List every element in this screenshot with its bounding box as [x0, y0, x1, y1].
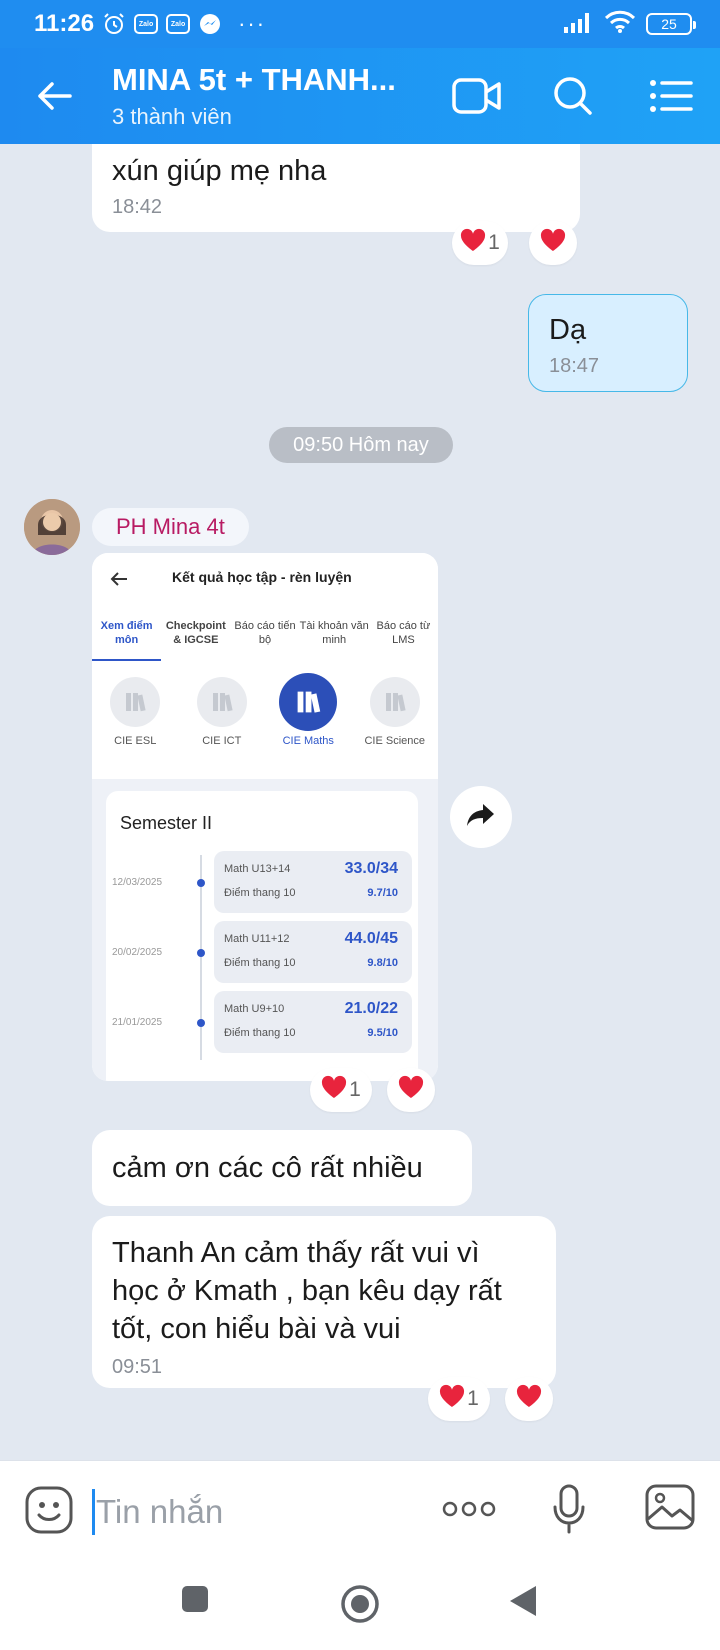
share-button[interactable]	[450, 786, 512, 848]
image-title: Kết quả học tập - rèn luyện	[172, 569, 352, 585]
signal-icon	[562, 11, 594, 38]
avatar[interactable]	[24, 499, 80, 555]
chat-title[interactable]: MINA 5t + THANH...	[112, 62, 396, 98]
semester-title: Semester II	[120, 813, 213, 833]
react-heart-button[interactable]	[529, 221, 577, 265]
status-time: 11:26	[34, 10, 95, 37]
image-tab: Tài khoản văn minh	[299, 620, 369, 646]
more-notifications-icon: ···	[238, 11, 267, 36]
reaction-summary[interactable]: 1	[310, 1068, 372, 1112]
image-picker-button[interactable]	[644, 1483, 696, 1531]
zalo-notification-icon: Zalo	[134, 14, 159, 34]
score-row: 20/02/2025 Math U11+12 Điểm thang 10 44.…	[106, 921, 418, 983]
heart-icon	[540, 228, 566, 258]
reaction-count: 1	[467, 1387, 479, 1410]
message-text: Thanh An cảm thấy rất vui vì	[112, 1237, 480, 1269]
subject-item: CIE ICT	[179, 677, 266, 747]
back-button[interactable]	[34, 76, 74, 116]
semester-card: Semester II 12/03/2025 Math U13+14 Điểm …	[106, 791, 418, 1081]
my-message-bubble[interactable]: Dạ 18:47	[528, 294, 688, 392]
zalo-notification-icon: Zalo	[166, 14, 191, 34]
subject-item: CIE Science	[352, 677, 439, 747]
heart-icon	[439, 1384, 465, 1414]
video-call-button[interactable]	[452, 72, 502, 120]
reaction-summary[interactable]: 1	[452, 221, 508, 265]
image-message[interactable]: Kết quả học tập - rèn luyện Xem điểm môn…	[92, 553, 438, 1081]
messenger-icon	[198, 12, 222, 36]
home-button[interactable]	[340, 1584, 380, 1624]
score-row: 21/01/2025 Math U9+10 Điểm thang 10 21.0…	[106, 991, 418, 1053]
search-button[interactable]	[548, 72, 598, 120]
message-time: 18:42	[112, 196, 163, 218]
heart-icon	[460, 228, 486, 258]
member-count[interactable]: 3 thành viên	[112, 104, 232, 130]
reaction-count: 1	[488, 231, 500, 254]
message-time: 09:51	[112, 1356, 163, 1378]
books-icon	[279, 673, 338, 731]
message-text: cảm ơn các cô rất nhiều	[112, 1152, 423, 1184]
microphone-button[interactable]	[552, 1483, 586, 1535]
books-icon	[196, 677, 247, 727]
reaction-count: 1	[349, 1078, 361, 1101]
share-arrow-icon	[466, 802, 496, 833]
react-heart-button[interactable]	[387, 1068, 435, 1112]
heart-icon	[321, 1075, 347, 1105]
wifi-icon	[604, 10, 636, 39]
sticker-button[interactable]	[24, 1485, 74, 1535]
arrow-left-icon	[110, 570, 128, 593]
reaction-summary[interactable]: 1	[428, 1377, 490, 1421]
status-bar: 11:26 Zalo Zalo ··· 25	[0, 0, 720, 48]
battery-icon: 25	[646, 13, 696, 35]
message-text: học ở Kmath , bạn kêu dạy rất	[112, 1275, 502, 1307]
sender-name[interactable]: PH Mina 4t	[92, 508, 249, 546]
books-icon	[110, 677, 161, 727]
score-row: 12/03/2025 Math U13+14 Điểm thang 10 33.…	[106, 851, 418, 913]
message-text: tốt, con hiểu bài và vui	[112, 1313, 401, 1345]
more-options-button[interactable]	[442, 1499, 496, 1519]
message-input[interactable]: Tin nhắn	[96, 1493, 223, 1531]
system-navigation-bar	[0, 1558, 720, 1650]
heart-icon	[516, 1384, 542, 1414]
alarm-icon	[102, 12, 126, 36]
react-heart-button[interactable]	[505, 1377, 553, 1421]
message-time: 18:47	[549, 355, 600, 377]
subject-item: CIE ESL	[92, 677, 179, 747]
date-divider: 09:50 Hôm nay	[269, 427, 453, 463]
image-tab: Checkpoint & IGCSE	[165, 620, 226, 646]
recents-button[interactable]	[180, 1584, 210, 1614]
message-text: Dạ	[549, 314, 587, 346]
image-tab: Báo cáo tiến bộ	[234, 620, 296, 646]
image-tab: Báo cáo từ LMS	[376, 620, 431, 646]
menu-button[interactable]	[646, 72, 696, 120]
message-bubble[interactable]: cảm ơn các cô rất nhiều	[92, 1130, 472, 1206]
heart-icon	[398, 1075, 424, 1105]
message-bubble[interactable]: xún giúp mẹ nha 18:42	[92, 144, 580, 232]
books-icon	[369, 677, 420, 727]
text-caret	[92, 1489, 95, 1535]
subject-item-active: CIE Maths	[265, 673, 352, 747]
message-bubble[interactable]: Thanh An cảm thấy rất vui vì học ở Kmath…	[92, 1216, 556, 1388]
message-input-bar: Tin nhắn	[0, 1460, 720, 1558]
message-text: xún giúp mẹ nha	[112, 155, 327, 187]
image-tab: Xem điểm môn	[92, 619, 162, 661]
back-nav-button[interactable]	[508, 1584, 538, 1618]
chat-header: MINA 5t + THANH... 3 thành viên	[0, 48, 720, 144]
